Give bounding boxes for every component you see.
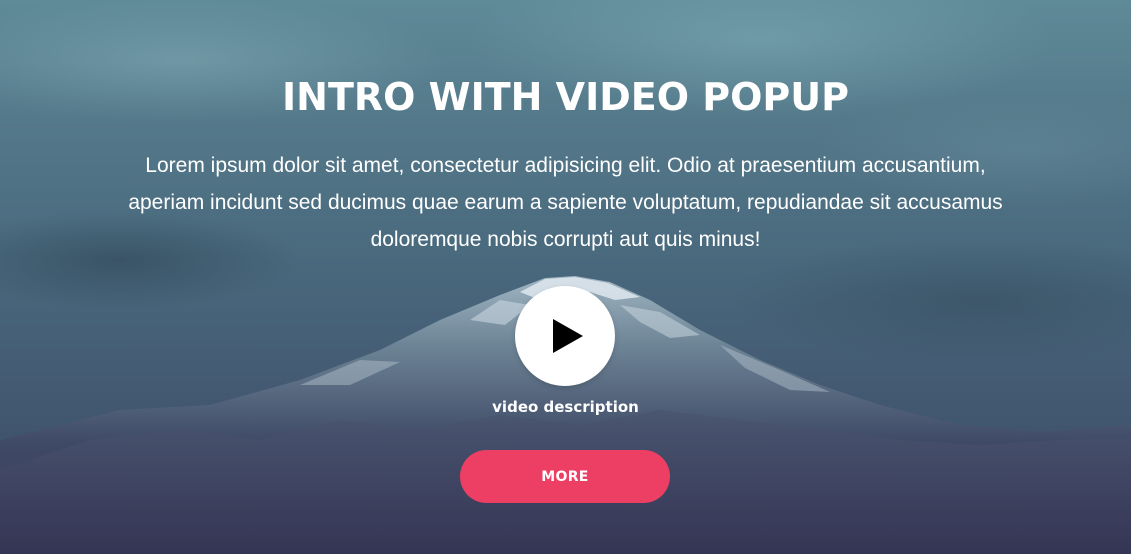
intro-description-line: aperiam incidunt sed ducimus quae earum … (128, 191, 1003, 214)
page-title: INTRO WITH VIDEO POPUP (282, 75, 849, 119)
hero-content: INTRO WITH VIDEO POPUP Lorem ipsum dolor… (0, 0, 1131, 554)
intro-description: Lorem ipsum dolor sit amet, consectetur … (60, 147, 1071, 258)
intro-description-line: doloremque nobis corrupti aut quis minus… (370, 228, 761, 251)
video-play-button[interactable] (515, 286, 615, 386)
intro-hero-section: INTRO WITH VIDEO POPUP Lorem ipsum dolor… (0, 0, 1131, 554)
play-icon (553, 319, 583, 353)
intro-description-line: Lorem ipsum dolor sit amet, consectetur … (145, 154, 986, 177)
video-description: video description (492, 398, 639, 416)
more-button[interactable]: MORE (460, 450, 670, 503)
